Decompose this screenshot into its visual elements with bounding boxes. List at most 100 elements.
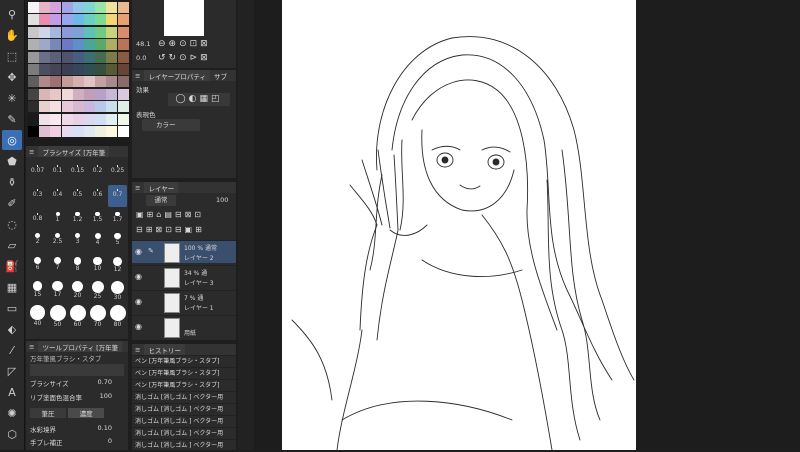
magic-wand-tool-icon[interactable]: ⚲ — [2, 4, 22, 24]
color-swatch[interactable] — [72, 126, 84, 137]
brush-size-option[interactable]: 10 — [88, 257, 107, 279]
brush-size-option[interactable]: 80 — [108, 305, 127, 328]
color-swatch[interactable] — [61, 126, 73, 137]
brush-size-option[interactable]: 70 — [88, 305, 107, 328]
brush-size-option[interactable]: 0.6 — [88, 185, 107, 207]
line-tool-icon[interactable]: ⁄ — [2, 340, 22, 360]
text-tool-icon[interactable]: A — [2, 382, 22, 402]
zoom-value[interactable]: 48.1 — [136, 40, 150, 48]
color-swatch[interactable] — [72, 76, 84, 88]
layer-row[interactable]: ◉ ✎ 100 % 通常 レイヤー 2 — [132, 240, 236, 263]
color-swatch[interactable] — [117, 14, 129, 26]
blend-mode-select[interactable]: 通常 — [146, 195, 176, 206]
color-swatch[interactable] — [39, 14, 51, 26]
brush-size-option[interactable]: 25 — [88, 281, 107, 303]
tab-layer[interactable]: レイヤー — [144, 181, 179, 194]
brush-size-option[interactable]: 0.07 — [28, 161, 47, 183]
history-item[interactable]: ペン [万年筆風ブラシ・スタブ] — [132, 367, 236, 379]
color-swatch[interactable] — [95, 14, 107, 26]
color-swatch[interactable] — [95, 113, 107, 125]
color-swatch[interactable] — [84, 113, 95, 125]
color-swatch[interactable] — [95, 64, 107, 75]
eyedropper-tool-icon[interactable]: ⚱ — [2, 172, 22, 192]
brush-size-option[interactable]: 0.25 — [108, 161, 127, 183]
brush-size-option[interactable]: 0.3 — [28, 185, 47, 207]
density-button[interactable]: 濃度 — [68, 408, 105, 418]
color-swatch[interactable] — [84, 2, 95, 13]
brush-size-option[interactable]: 7 — [48, 257, 67, 279]
color-swatch[interactable] — [39, 2, 51, 13]
stabilize-value[interactable]: 0 — [108, 437, 112, 445]
sparkle-tool-icon[interactable]: ✳ — [2, 88, 22, 108]
tab-tool-property[interactable]: ツールプロパティ [万年筆 — [38, 340, 123, 353]
color-swatch[interactable] — [72, 39, 84, 51]
brush-size-value[interactable]: 0.70 — [98, 378, 112, 386]
color-swatch[interactable] — [61, 64, 73, 75]
color-swatch[interactable] — [39, 101, 51, 113]
brush-size-option[interactable]: 8 — [68, 257, 87, 279]
color-swatch[interactable] — [61, 113, 73, 125]
color-swatch[interactable] — [95, 39, 107, 51]
color-swatch[interactable] — [106, 126, 118, 137]
color-swatch[interactable] — [84, 39, 95, 51]
history-item[interactable]: ペン [万年筆風ブラシ・スタブ] — [132, 355, 236, 367]
brush-size-option[interactable]: 50 — [48, 305, 67, 328]
color-swatch[interactable] — [28, 88, 39, 100]
watercolor-row[interactable]: 水彩境界 0.10 — [30, 424, 124, 436]
hand-tool-icon[interactable]: ✋ — [2, 25, 22, 45]
brush-size-option[interactable]: 1 — [48, 209, 67, 231]
color-swatch[interactable] — [61, 39, 73, 51]
color-swatch[interactable] — [72, 26, 84, 38]
brush-size-option[interactable]: 0.5 — [68, 185, 87, 207]
color-swatch[interactable] — [95, 51, 107, 63]
color-swatch[interactable] — [84, 51, 95, 63]
color-swatch[interactable] — [50, 64, 62, 75]
color-swatch[interactable] — [106, 2, 118, 13]
balloon-tool-icon[interactable]: ⬡ — [2, 424, 22, 444]
color-swatch[interactable] — [106, 64, 118, 75]
color-swatch[interactable] — [106, 26, 118, 38]
color-swatch[interactable] — [117, 101, 129, 113]
brush-size-option[interactable]: 0.15 — [68, 161, 87, 183]
color-swatch[interactable] — [39, 126, 51, 137]
color-swatch[interactable] — [39, 76, 51, 88]
color-swatch[interactable] — [106, 76, 118, 88]
brush-size-option[interactable]: 0.2 — [88, 161, 107, 183]
color-swatch[interactable] — [28, 39, 39, 51]
history-item[interactable]: 消しゴム [消しゴム ] ベクター用 — [132, 439, 236, 451]
color-swatch[interactable] — [95, 101, 107, 113]
color-swatch[interactable] — [106, 14, 118, 26]
color-swatch[interactable] — [72, 14, 84, 26]
color-swatch[interactable] — [61, 26, 73, 38]
brush-size-option[interactable]: 15 — [28, 281, 47, 303]
brush-size-option[interactable]: 1.7 — [108, 209, 127, 231]
history-item[interactable]: 消しゴム [消しゴム ] ベクター用 — [132, 403, 236, 415]
color-swatch[interactable] — [117, 64, 129, 75]
figure-tool-icon[interactable]: ◸ — [2, 361, 22, 381]
brush-size-option[interactable]: 40 — [28, 305, 47, 327]
color-swatch[interactable] — [39, 51, 51, 63]
selection-rect-tool-icon[interactable]: ⬚ — [2, 46, 22, 66]
tab-layer-property[interactable]: レイヤープロパティ — [144, 69, 210, 82]
color-swatch[interactable] — [95, 76, 107, 88]
color-swatch[interactable] — [28, 64, 39, 75]
brush-size-option[interactable]: 4 — [88, 233, 107, 255]
color-swatch[interactable] — [117, 39, 129, 51]
palette-scroll-strip[interactable] — [238, 0, 254, 450]
color-swatch[interactable] — [117, 113, 129, 125]
eraser-tool-icon[interactable]: ▱ — [2, 235, 22, 255]
color-swatch[interactable] — [72, 2, 84, 13]
pressure-button[interactable]: 筆圧 — [30, 408, 66, 418]
history-item[interactable]: 消しゴム [消しゴム ] ベクター用 — [132, 427, 236, 439]
effect-tool-icon[interactable]: ✺ — [2, 403, 22, 423]
color-swatch[interactable] — [50, 51, 62, 63]
layer-toolbar-2[interactable]: ⊟⊞⊠⊡⊟▣⊞ — [136, 225, 205, 234]
pen-lock-icon[interactable]: ✎ — [148, 247, 154, 255]
watercolor-value[interactable]: 0.10 — [98, 424, 112, 432]
color-swatch[interactable] — [95, 126, 107, 137]
rotate-controls[interactable]: ↺↻⊙⊳⊠ — [158, 53, 211, 63]
color-swatch[interactable] — [50, 39, 62, 51]
tab-history[interactable]: ヒストリー — [144, 343, 185, 356]
selection-tool-icon[interactable]: ◎ — [2, 130, 22, 150]
color-swatch[interactable] — [84, 76, 95, 88]
